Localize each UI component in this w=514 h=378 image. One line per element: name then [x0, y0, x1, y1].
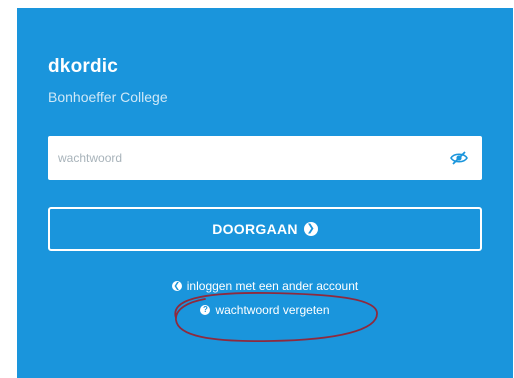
other-account-link[interactable]: ❮ inloggen met een ander account: [171, 279, 359, 293]
continue-button[interactable]: DOORGAAN ❯: [48, 207, 482, 251]
password-field[interactable]: [48, 136, 482, 180]
login-card: dkordic Bonhoeffer College DOORGAAN ❯: [17, 8, 513, 378]
arrow-circle-left-icon: ❮: [171, 281, 182, 291]
password-input[interactable]: [58, 136, 448, 180]
other-account-link-label: inloggen met een ander account: [186, 279, 359, 293]
eye-slash-icon[interactable]: [448, 147, 470, 169]
continue-button-label: DOORGAAN: [212, 221, 298, 237]
other-account-row: ❮ inloggen met een ander account: [17, 279, 513, 293]
forgot-password-link[interactable]: ? wachtwoord vergeten: [200, 303, 330, 317]
question-circle-icon: ?: [200, 305, 211, 315]
arrow-circle-right-icon: ❯: [303, 222, 318, 236]
forgot-password-link-label: wachtwoord vergeten: [215, 303, 330, 317]
account-username: dkordic: [48, 56, 119, 77]
forgot-password-row: ? wachtwoord vergeten: [17, 303, 513, 317]
account-school: Bonhoeffer College: [48, 89, 168, 105]
